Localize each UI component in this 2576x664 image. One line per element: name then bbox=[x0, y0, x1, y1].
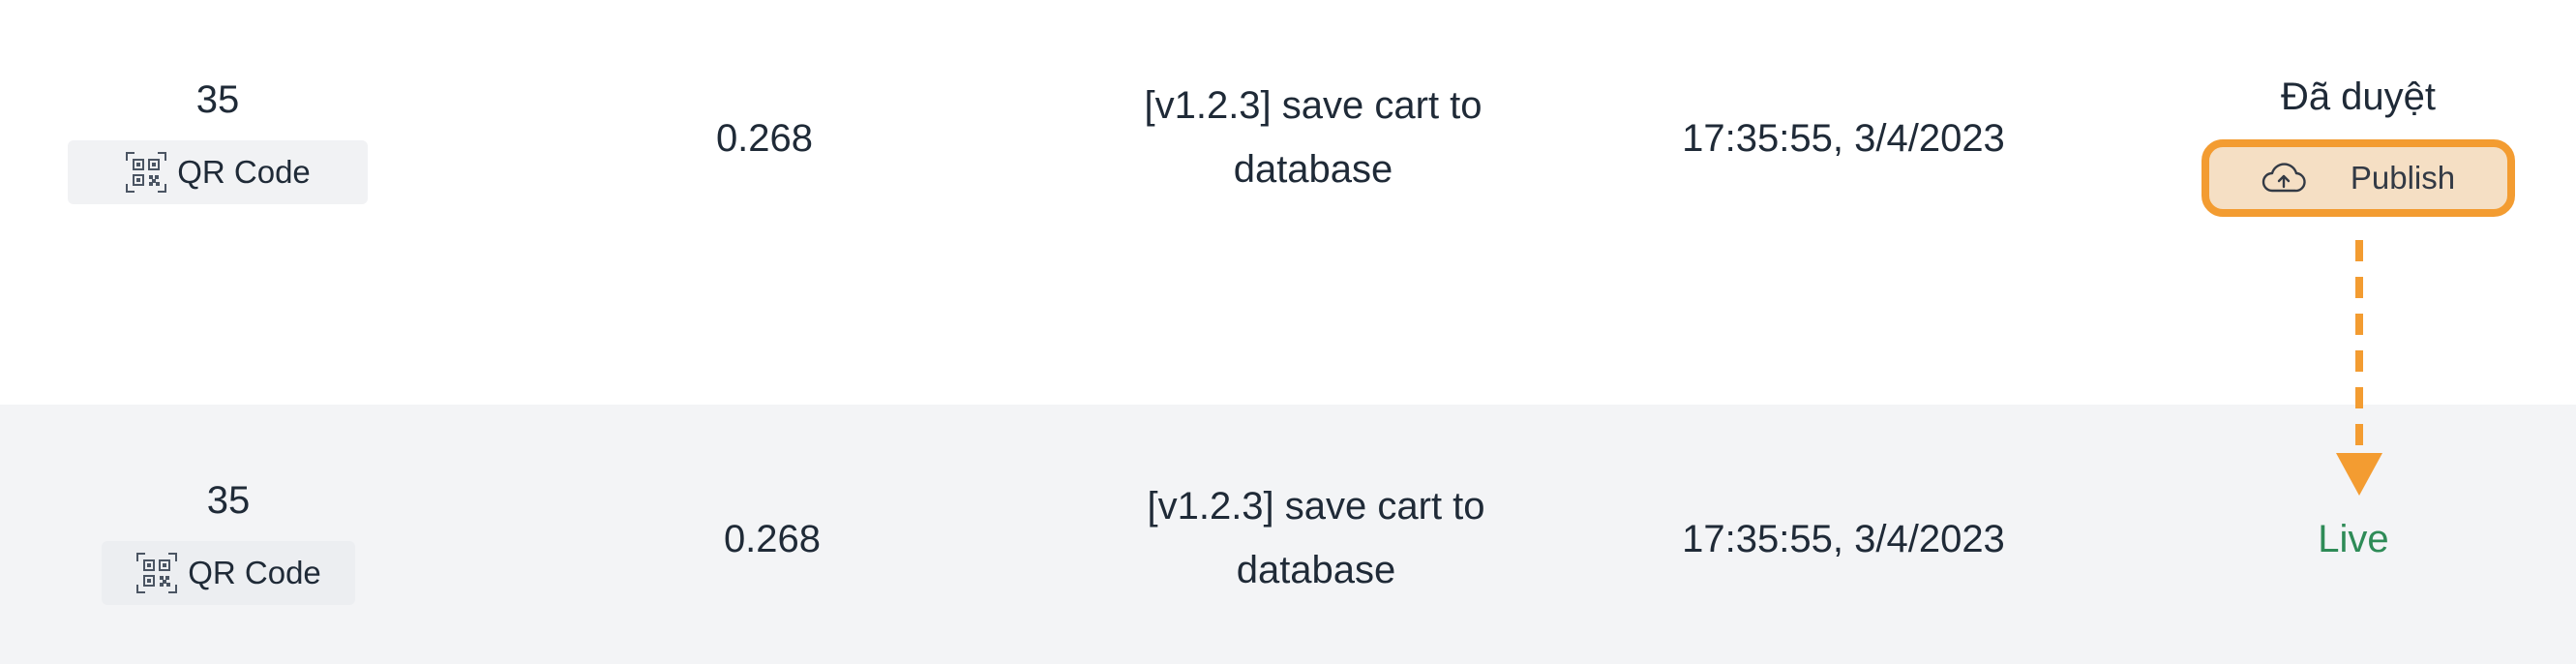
table-row: 35 QR Code 0.268 [v1.2.3] save cart to d… bbox=[0, 405, 2576, 664]
status-cell: Đã duyệt Publish bbox=[2189, 68, 2528, 223]
timestamp-text: 17:35:55, 3/4/2023 bbox=[1682, 116, 2005, 160]
version-value: 0.268 bbox=[715, 117, 814, 160]
version-value: 0.268 bbox=[723, 518, 822, 560]
timestamp-cell: 17:35:55, 3/4/2023 bbox=[1635, 507, 2052, 571]
qr-code-label: QR Code bbox=[177, 154, 311, 190]
timestamp-text: 17:35:55, 3/4/2023 bbox=[1682, 517, 2005, 560]
publish-button[interactable]: Publish bbox=[2202, 139, 2515, 217]
description-text: [v1.2.3] save cart to database bbox=[1147, 485, 1485, 591]
description-cell: [v1.2.3] save cart to database bbox=[1081, 74, 1545, 201]
version-cell: 0.268 bbox=[658, 106, 871, 170]
publish-label: Publish bbox=[2350, 160, 2456, 196]
status-cell: Live bbox=[2257, 507, 2450, 571]
version-cell: 0.268 bbox=[666, 507, 879, 571]
id-cell: 35 QR Code bbox=[68, 68, 368, 213]
release-table: 35 QR Code 0.268 [v1.2.3] save cart to d… bbox=[0, 0, 2576, 664]
dashed-arrow-down-icon bbox=[2336, 240, 2382, 496]
live-status: Live bbox=[2318, 517, 2389, 560]
description-text: [v1.2.3] save cart to database bbox=[1144, 84, 1483, 191]
qr-code-button[interactable]: QR Code bbox=[68, 140, 368, 204]
row-id: 35 bbox=[195, 78, 240, 121]
qr-code-button[interactable]: QR Code bbox=[102, 541, 355, 605]
id-cell: 35 QR Code bbox=[102, 468, 355, 614]
qr-code-label: QR Code bbox=[188, 555, 321, 590]
cloud-upload-icon bbox=[2261, 163, 2306, 193]
row-id: 35 bbox=[206, 479, 251, 522]
description-cell: [v1.2.3] save cart to database bbox=[1084, 474, 1548, 602]
qr-code-icon bbox=[126, 152, 167, 193]
timestamp-cell: 17:35:55, 3/4/2023 bbox=[1635, 106, 2052, 170]
qr-code-icon bbox=[136, 553, 178, 593]
table-row: 35 QR Code 0.268 [v1.2.3] save cart to d… bbox=[0, 0, 2576, 405]
status-label: Đã duyệt bbox=[2280, 75, 2437, 118]
